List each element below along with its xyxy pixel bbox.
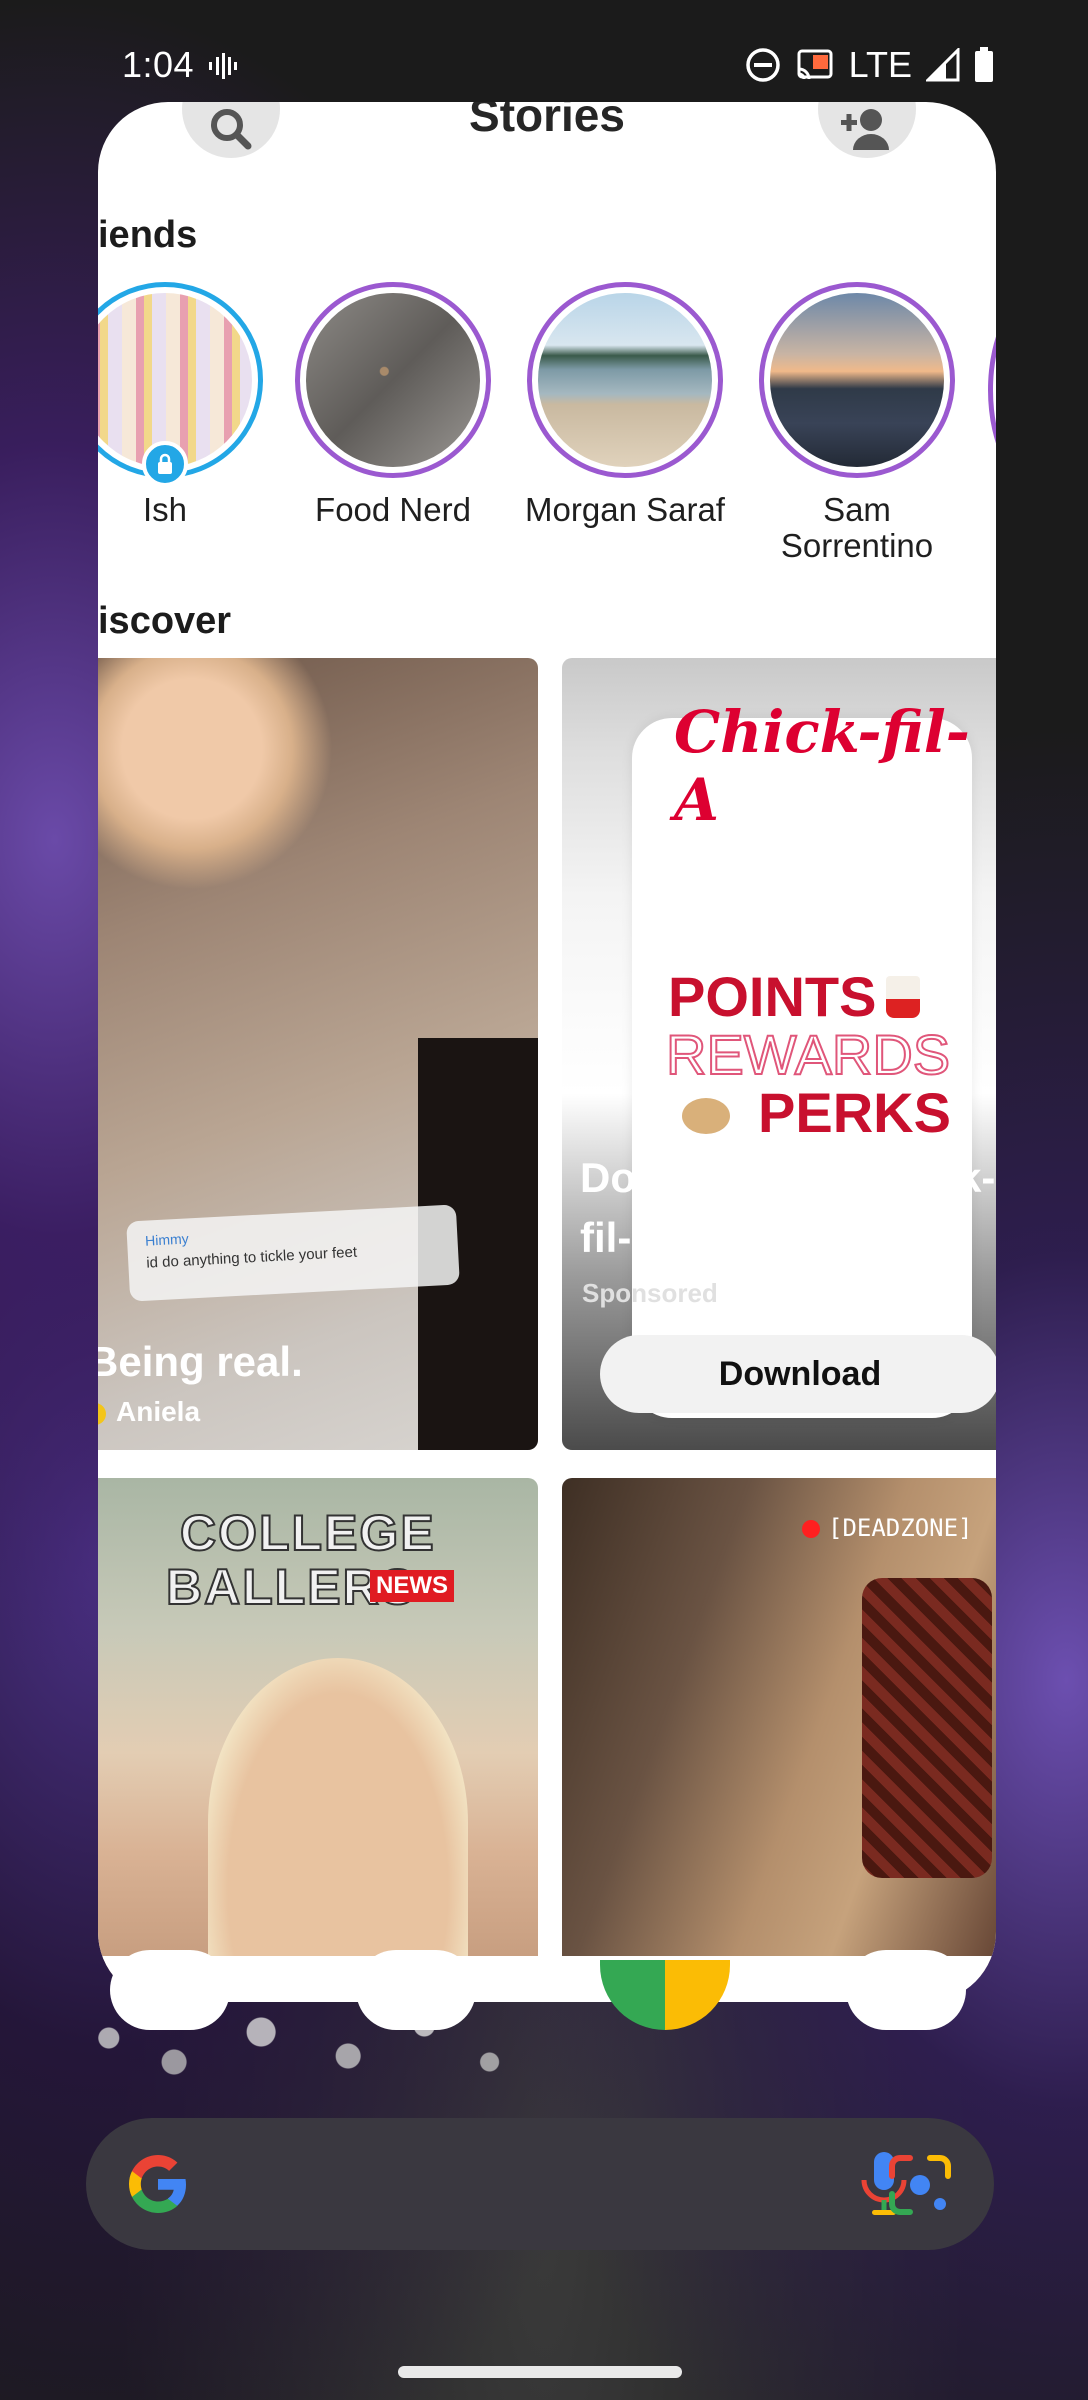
cookie-icon <box>682 1098 730 1134</box>
status-time: 1:04 <box>122 44 195 85</box>
discover-tile-deadzone[interactable]: [DEADZONE] <box>562 1478 996 1978</box>
chickfila-logo: Chick-fil-A <box>674 698 970 834</box>
status-icons: LTE <box>745 44 994 86</box>
comment-text: id do anything to tickle your feet <box>145 1243 358 1272</box>
story-thumbnail <box>98 293 252 467</box>
add-friend-icon <box>841 109 889 150</box>
story-ring <box>295 282 491 478</box>
network-type: LTE <box>848 44 912 85</box>
friend-story-ish[interactable]: Ish <box>98 282 270 528</box>
google-search-bar[interactable] <box>86 2118 994 2250</box>
college-ballers-logo-line1: COLLEGE <box>179 1504 436 1562</box>
discover-section-title: iscover <box>98 600 232 642</box>
news-badge: NEWS <box>370 1570 454 1602</box>
promo-line-perks: PERKS <box>758 1081 951 1144</box>
friend-story-sam-sorrentino[interactable]: Sam Sorrentino <box>752 282 962 564</box>
snapchat-stories-window[interactable]: Stories iends Ish Food Nerd Morgan Saraf… <box>98 102 996 2002</box>
signal-icon <box>926 48 960 82</box>
ad-title: Download the Chick-fil-A® App <box>580 1154 996 1261</box>
friend-story-morgan-saraf[interactable]: Morgan Saraf <box>520 282 730 528</box>
gesture-navigation-handle[interactable] <box>398 2366 682 2378</box>
download-button[interactable]: Download <box>600 1335 996 1413</box>
sponsored-label: Sponsored <box>582 1278 718 1308</box>
discover-tile-chickfila-ad[interactable]: Chick-fil-A POINTS REWARDS PERKS Downloa… <box>562 658 996 1450</box>
lock-icon <box>142 441 188 487</box>
story-ring <box>98 282 263 487</box>
friend-name: Morgan Saraf <box>525 491 725 528</box>
friends-section-title: iends <box>98 214 198 256</box>
story-thumbnail <box>770 293 944 467</box>
stories-header: Stories <box>98 102 996 162</box>
dock-app-peek[interactable] <box>846 1950 966 2030</box>
tile-photo <box>98 658 348 918</box>
author-avatar <box>98 1402 106 1425</box>
channel-tag-text: [DEADZONE] <box>828 1514 973 1542</box>
story-thumbnail <box>538 293 712 467</box>
google-logo-icon <box>129 2155 186 2213</box>
promo-line-points: POINTS <box>668 965 877 1028</box>
comment-author: Himmy <box>144 1230 190 1249</box>
google-lens-icon[interactable] <box>888 2154 952 2216</box>
do-not-disturb-icon <box>745 48 780 82</box>
comment-bubble: Himmy id do anything to tickle your feet <box>126 1204 460 1302</box>
friend-name: Ish <box>142 491 188 528</box>
discover-tile-college-ballers[interactable]: COLLEGE BALLERS NEWS <box>98 1478 538 1978</box>
promo-line-rewards: REWARDS <box>665 1022 951 1087</box>
discover-tile-being-real[interactable]: Himmy id do anything to tickle your feet… <box>98 658 538 1450</box>
vibrate-icon <box>209 53 237 79</box>
dock-app-peek[interactable] <box>110 1950 230 2030</box>
live-dot-icon <box>802 1520 820 1538</box>
friend-name: Sam Sorrentino <box>780 491 934 564</box>
dock-app-peek[interactable] <box>356 1950 476 2030</box>
tile-photo <box>208 1658 468 1978</box>
story-thumbnail <box>306 293 480 467</box>
channel-tag: [DEADZONE] <box>802 1514 973 1542</box>
friend-story-partial[interactable] <box>988 287 996 493</box>
tile-title: Being real. <box>98 1338 303 1385</box>
phone-case-image <box>862 1578 992 1878</box>
add-friend-button[interactable] <box>818 102 916 158</box>
ice-cream-icon <box>886 976 920 1018</box>
battery-icon <box>975 47 993 82</box>
cast-icon <box>797 49 833 80</box>
friend-name: Food Nerd <box>315 491 471 528</box>
tile-author: Aniela <box>98 1396 200 1428</box>
story-ring <box>527 282 723 478</box>
story-ring <box>759 282 955 478</box>
friend-story-food-nerd[interactable]: Food Nerd <box>288 282 498 528</box>
tile-author-name: Aniela <box>116 1396 201 1427</box>
